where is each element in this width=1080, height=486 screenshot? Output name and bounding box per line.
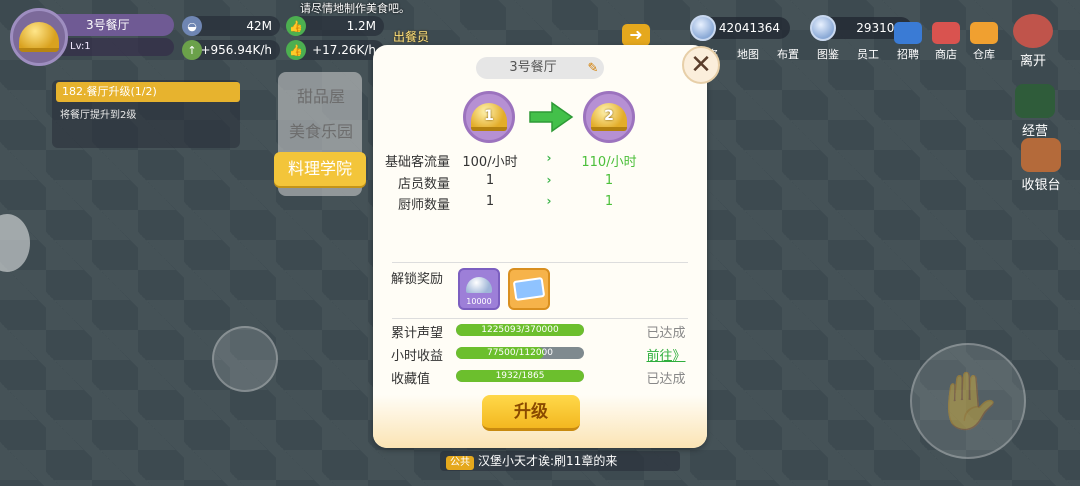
tab-dessert-house[interactable]: 甜品屋 [276, 80, 366, 114]
menu-decorate-label: 布置 [777, 48, 799, 61]
like-resource-value: 1.2M [346, 19, 376, 33]
notice-text: 请尽情地制作美食吧。 [300, 2, 410, 15]
cloche-icon [19, 22, 59, 52]
cashier-button[interactable]: 收银台 [1014, 138, 1068, 193]
tab-food-park[interactable]: 美食乐园 [276, 115, 366, 149]
like-rate-value: +17.26K/h [312, 43, 376, 57]
task-title[interactable]: 182.餐厅升级(1/2) [56, 82, 240, 102]
cash-register-icon [1021, 138, 1061, 172]
chevron-right-icon: › [546, 151, 552, 165]
level-arrow-icon [529, 101, 574, 133]
stat-label: 基础客流量 [384, 155, 450, 170]
recruit-icon [894, 22, 922, 44]
menu-warehouse-label: 仓库 [973, 48, 995, 61]
exit-label: 离开 [1019, 54, 1046, 69]
requirement-label: 小时收益 [391, 349, 444, 364]
rate-up-icon: ↑ [182, 40, 202, 60]
close-button[interactable]: ✕ [682, 46, 720, 84]
requirement-progress-text: 1225093/370000 [481, 325, 559, 335]
requirement-label: 累计声望 [391, 326, 444, 341]
task-desc: 将餐厅提升到2级 [60, 110, 137, 121]
player-level: Lv:1 [56, 38, 174, 56]
exit-door-icon [1013, 14, 1053, 48]
exit-button[interactable]: 离开 [1006, 14, 1060, 69]
current-level-value: 1 [471, 103, 507, 131]
pencil-icon[interactable]: ✎ [584, 59, 602, 77]
stat-new-value: 110/小时 [581, 155, 637, 170]
dish-rate-value: +956.94K/h [200, 43, 272, 57]
divider [392, 318, 688, 319]
menu-recruit[interactable]: 招聘 [888, 22, 928, 62]
chalkboard-icon [1015, 84, 1055, 118]
reward-item[interactable] [508, 268, 550, 310]
thumb-up-icon: 👍 [286, 16, 306, 36]
stat-old-value: 1 [485, 194, 495, 209]
next-level-badge: 2 [583, 91, 635, 143]
stat-old-value: 100/小时 [462, 155, 518, 170]
stat-old-value: 1 [485, 173, 495, 188]
menu-collection-label: 图鉴 [817, 48, 839, 61]
avatar[interactable] [10, 8, 68, 66]
menu-staff[interactable]: 员工 [848, 22, 888, 62]
reward-count: 10000 [466, 297, 492, 306]
action-button[interactable]: ✋ [910, 343, 1026, 459]
deliver-label: 出餐员 [393, 30, 430, 44]
stat-new-value: 1 [604, 194, 614, 209]
joystick[interactable] [212, 326, 278, 392]
manage-button[interactable]: 经营 [1008, 84, 1062, 139]
current-level-badge: 1 [463, 91, 515, 143]
shop-icon [932, 22, 960, 44]
chat-channel-tag: 公共 [446, 456, 474, 470]
menu-shop[interactable]: 商店 [926, 22, 966, 62]
restaurant-name: 3号餐厅 [56, 14, 174, 36]
menu-warehouse[interactable]: 仓库 [964, 22, 1004, 62]
requirement-progress-text: 1932/1865 [495, 371, 545, 381]
manage-label: 经营 [1021, 124, 1048, 139]
stat-label: 店员数量 [397, 177, 450, 192]
dish-icon: ◒ [182, 16, 202, 36]
next-level-value: 2 [591, 103, 627, 131]
menu-collection[interactable]: 图鉴 [808, 22, 848, 62]
stat-label: 厨师数量 [397, 198, 450, 213]
cashier-label: 收银台 [1021, 178, 1061, 193]
stat-new-value: 1 [604, 173, 614, 188]
menu-staff-label: 员工 [857, 48, 879, 61]
requirement-status: 已达成 [646, 326, 686, 341]
requirement-label: 收藏值 [391, 372, 431, 387]
chat-bar[interactable]: 公共 汉堡小天才诶:刷11章的来 [440, 451, 680, 471]
upgrade-button[interactable]: 升级 [482, 395, 580, 431]
warehouse-icon [970, 22, 998, 44]
reward-label: 解锁奖励 [391, 272, 444, 287]
goto-link[interactable]: 前往》 [640, 345, 692, 364]
requirement-progress-text: 77500/112000 [486, 348, 554, 358]
menu-map-label: 地图 [737, 48, 759, 61]
menu-shop-label: 商店 [935, 48, 957, 61]
close-icon: ✕ [690, 50, 712, 80]
hand-icon: ✋ [933, 369, 1003, 434]
arrow-right-icon: ➜ [622, 24, 650, 46]
tab-cooking-academy[interactable]: 料理学院 [274, 152, 366, 186]
requirement-status: 已达成 [646, 372, 686, 387]
menu-decorate[interactable]: 布置 [768, 22, 808, 62]
dish-resource-value: 42M [246, 19, 272, 33]
thumb-up-icon: 👍 [286, 40, 306, 60]
silver-dish-icon [466, 277, 492, 293]
menu-map[interactable]: 地图 [728, 22, 768, 62]
chevron-right-icon: › [546, 173, 552, 187]
chat-message: 汉堡小天才诶:刷11章的来 [478, 454, 618, 468]
menu-recruit-label: 招聘 [897, 48, 919, 61]
divider [392, 262, 688, 263]
chevron-right-icon: › [546, 194, 552, 208]
ticket-card-icon [512, 277, 546, 301]
reward-item[interactable]: 10000 [458, 268, 500, 310]
